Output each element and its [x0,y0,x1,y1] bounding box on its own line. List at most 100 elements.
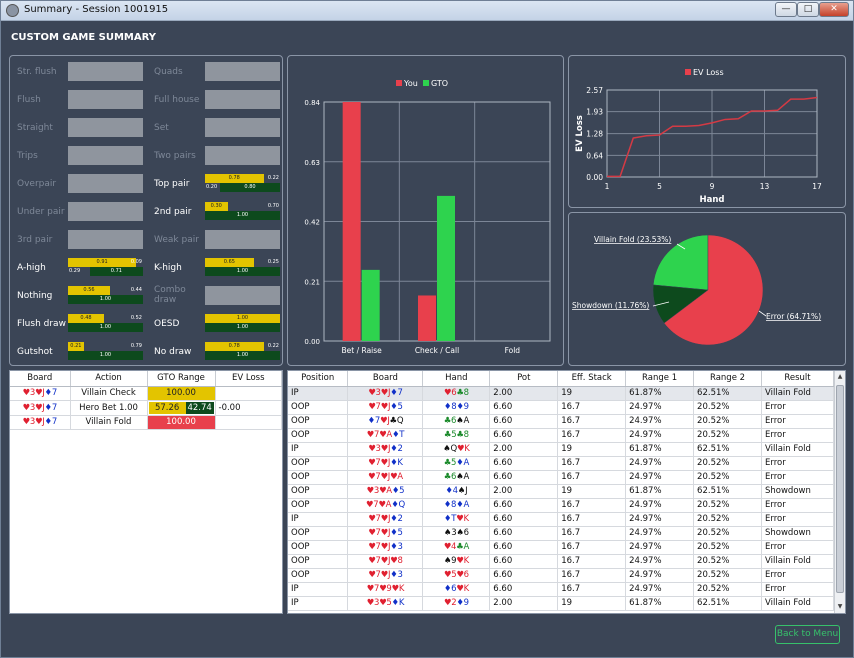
table-row[interactable]: OOP ♥7♥J♥8 ♠9♥K 6.60 16.7 24.97% 20.52% … [288,554,835,569]
eff-stack-cell: 19 [557,386,627,401]
hand-stat-gutshot: Gutshot 0.21 1.00 0.79 [12,340,147,362]
bar-xtick-label: Check / Call [415,346,459,355]
range2-cell: 20.52% [693,470,762,485]
page-title: CUSTOM GAME SUMMARY [11,32,156,43]
table-row[interactable]: ♥3♥J♦7 Villain Check 100.00 [10,386,282,401]
table-row[interactable]: IP ♥7♥J♦2 ♦T♥K 6.60 16.7 24.97% 20.52% E… [288,512,835,527]
column-header[interactable]: Result [761,371,835,387]
position-cell: OOP [288,526,349,541]
you-frequency-bar: 0.21 [68,342,84,351]
table-row[interactable]: IP ♥3♥J♦7 ♥6♣8 2.00 19 61.87% 62.51% Vil… [288,386,835,401]
ev-loss-cell [215,386,282,401]
line-xtick-label: 13 [760,182,770,191]
board-cell: ♦7♥J♣Q [347,414,424,429]
board-cell: ♥3♥5♦K [347,596,424,611]
table-row[interactable]: IP ♥3♥J♦2 ♠Q♥K 2.00 19 61.87% 62.51% Vil… [288,442,835,457]
board-cell: ♥3♥J♦7 [347,386,424,401]
title-bar[interactable]: Summary - Session 1001915 — □ ✕ [1,1,853,21]
eff-stack-cell: 16.7 [557,568,627,583]
pot-cell: 2.00 [489,442,559,457]
column-header[interactable]: Hand [422,371,491,387]
result-cell: Error [761,428,835,443]
column-header[interactable]: EV Loss [215,371,282,387]
board-cell: ♥3♥J♦7 [10,400,71,416]
result-cell: Villain Fold [761,386,835,401]
hand-cell: ♥2♦9 [422,596,491,611]
table-row[interactable]: OOP ♥7♥J♦5 ♦8♦9 6.60 16.7 24.97% 20.52% … [288,400,835,415]
table-row[interactable]: OOP ♥7♥J♦3 ♥5♥6 6.60 16.7 24.97% 20.52% … [288,568,835,583]
back-to-menu-button[interactable]: Back to Menu [775,625,840,644]
pot-cell: 6.60 [489,456,559,471]
eff-stack-cell: 16.7 [557,414,627,429]
table-row[interactable]: ♥3♥J♦7 Hero Bet 1.00 57.26 42.74 -0.00 [10,400,282,416]
hand-stat-label: K-high [154,263,182,273]
table-row[interactable]: OOP ♥7♥A♦Q ♦8♦A 6.60 16.7 24.97% 20.52% … [288,498,835,513]
hand-stat-top-pair: Top pair 0.78 0.80 0.20 0.22 [149,172,284,194]
hand-stat-full-house: Full house [149,88,284,110]
table-row[interactable]: IP ♥7♥9♥K ♦6♥K 6.60 16.7 24.97% 20.52% E… [288,582,835,597]
hand-stat-set: Set [149,116,284,138]
hand-stat-a-high: A-high 0.91 0.71 0.29 0.09 [12,256,147,278]
table-row[interactable]: IP ♥3♥5♦K ♥2♦9 2.00 19 61.87% 62.51% Vil… [288,596,835,611]
hand-stat-right-label: 0.09 [130,259,142,265]
board-cell: ♥7♥J♦5 [347,400,424,415]
hand-stat-no-draw: No draw 0.78 1.00 0.22 [149,340,284,362]
board-cell: ♥7♥A♦T [347,428,424,443]
column-header[interactable]: Range 1 [625,371,695,387]
hand-stat-bar: 0.78 0.80 0.20 0.22 [205,174,280,193]
hand-cell: ♠9♥K [422,554,491,569]
result-cell: Showdown [761,484,835,499]
scroll-up-icon[interactable]: ▲ [835,371,845,383]
eff-stack-cell: 16.7 [557,456,627,471]
column-header[interactable]: Pot [489,371,559,387]
table-row[interactable]: OOP ♥3♥A♦5 ♦4♠J 2.00 19 61.87% 62.51% Sh… [288,484,835,499]
result-cell: Error [761,582,835,597]
hand-cell: ♦8♦9 [422,400,491,415]
hand-stat-bar: 1.00 1.00 [205,314,280,333]
hand-cell: ♣6♠A [422,470,491,485]
scroll-thumb[interactable] [836,385,844,593]
hand-stat-label: OESD [154,319,180,329]
table-row[interactable]: OOP ♥7♥J♥A ♣6♠A 6.60 16.7 24.97% 20.52% … [288,470,835,485]
column-header[interactable]: Eff. Stack [557,371,627,387]
gto-range-cell: 100.00 [147,386,216,401]
legend-gto-label: GTO [431,79,448,88]
gto-range-cell: 57.26 42.74 [147,400,216,416]
pot-cell: 6.60 [489,568,559,583]
column-header[interactable]: Board [347,371,424,387]
result-cell: Error [761,512,835,527]
position-cell: OOP [288,540,349,555]
scroll-down-icon[interactable]: ▼ [835,601,845,613]
bar-gto [437,195,455,341]
bar-ytick-label: 0.21 [304,278,320,286]
range2-cell: 20.52% [693,540,762,555]
position-cell: OOP [288,568,349,583]
line-legend-label: EV Loss [693,68,724,77]
board-cell: ♥3♥J♦7 [10,415,71,430]
minimize-button[interactable]: — [775,2,797,17]
maximize-button[interactable]: □ [797,2,819,17]
column-header[interactable]: Range 2 [693,371,762,387]
hand-stat-bar [205,146,280,165]
close-button[interactable]: ✕ [819,2,849,17]
hand-stat-bar: 0.21 1.00 0.79 [68,342,143,361]
hand-stat-bar [205,286,280,305]
table-row[interactable]: OOP ♥7♥A♦T ♣5♣8 6.60 16.7 24.97% 20.52% … [288,428,835,443]
pot-cell: 6.60 [489,540,559,555]
summary-window: Summary - Session 1001915 — □ ✕ CUSTOM G… [0,0,854,658]
line-xaxis-label: Hand [700,195,725,205]
board-cell: ♥7♥J♥8 [347,554,424,569]
hand-stat-oesd: OESD 1.00 1.00 [149,312,284,334]
range1-cell: 24.97% [625,512,695,527]
column-header[interactable]: GTO Range [147,371,216,387]
table-row[interactable]: OOP ♥7♥J♦5 ♠3♠6 6.60 16.7 24.97% 20.52% … [288,526,835,541]
table-row[interactable]: OOP ♥7♥J♦K ♣5♦A 6.60 16.7 24.97% 20.52% … [288,456,835,471]
table-row[interactable]: ♥3♥J♦7 Villain Fold 100.00 [10,415,282,430]
column-header[interactable]: Position [288,371,349,387]
table-row[interactable]: OOP ♦7♥J♣Q ♣6♠A 6.60 16.7 24.97% 20.52% … [288,414,835,429]
column-header[interactable]: Action [70,371,148,387]
hands-scrollbar[interactable]: ▲ ▼ [834,371,845,613]
table-row[interactable]: OOP ♥7♥J♦3 ♥4♣A 6.60 16.7 24.97% 20.52% … [288,540,835,555]
column-header[interactable]: Board [10,371,71,387]
range1-cell: 61.87% [625,484,695,499]
